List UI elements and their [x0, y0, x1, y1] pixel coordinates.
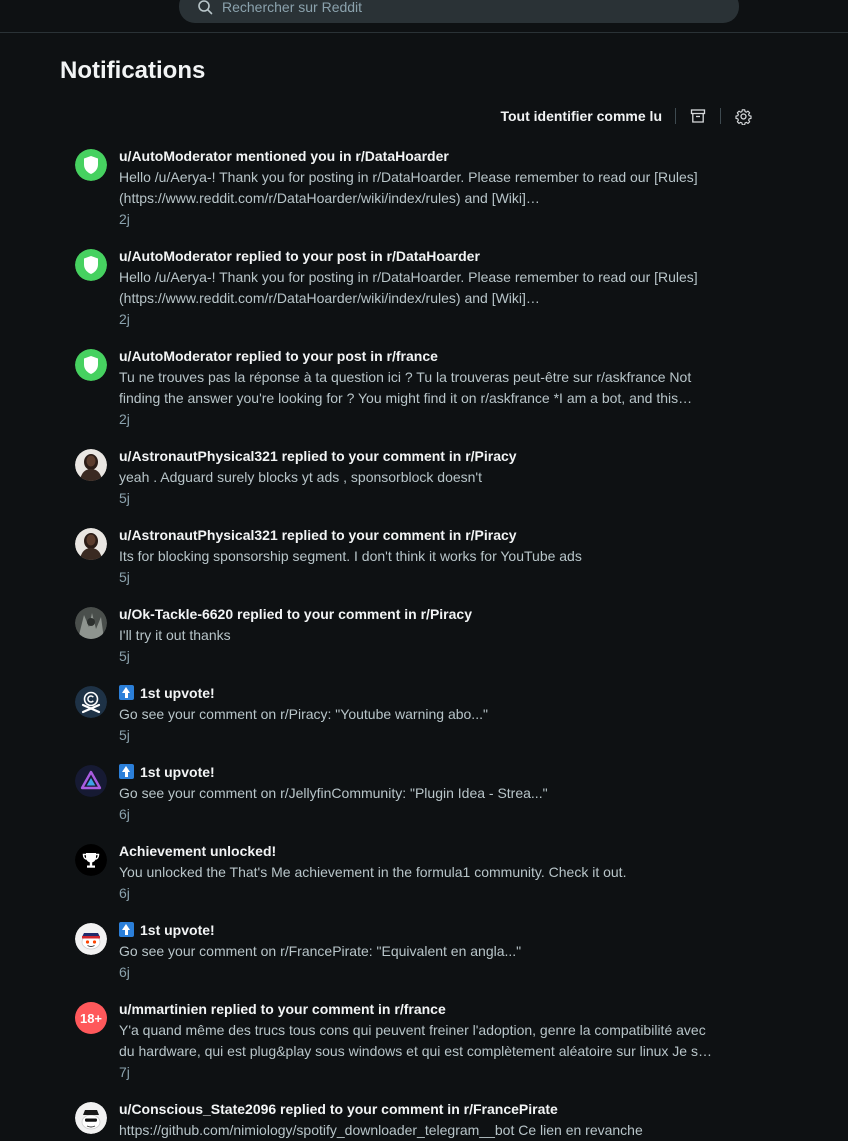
- piracy-skull-icon: [75, 686, 107, 718]
- divider: [720, 108, 721, 124]
- notification-time: 5j: [119, 648, 130, 664]
- notifications-list: u/AutoModerator mentioned you in r/DataH…: [75, 146, 775, 1141]
- achievement-avatar: [75, 844, 107, 876]
- upvote-badge-icon: [119, 685, 134, 700]
- snoo-icon: [75, 1102, 107, 1134]
- automoderator-avatar: [75, 249, 107, 281]
- notification-body: Go see your comment on r/FrancePirate: "…: [119, 943, 522, 959]
- user-avatar: [75, 449, 107, 481]
- notification-body: yeah . Adguard surely blocks yt ads , sp…: [119, 469, 482, 485]
- divider: [675, 108, 676, 124]
- settings-button[interactable]: [734, 107, 752, 125]
- shield-icon: [75, 149, 107, 181]
- notification-body: https://github.com/nimiology/spotify_dow…: [119, 1122, 643, 1138]
- notification-time: 2j: [119, 311, 130, 327]
- notification-title: u/AutoModerator replied to your post in …: [119, 348, 438, 364]
- search-bar[interactable]: [179, 0, 739, 23]
- notification-body: Y'a quand même des trucs tous cons qui p…: [119, 1022, 716, 1059]
- notification-title-text: 1st upvote!: [140, 764, 215, 780]
- notification-body: Go see your comment on r/JellyfinCommuni…: [119, 785, 548, 801]
- top-bar: [0, 0, 848, 33]
- notification-item[interactable]: u/Ok-Tackle-6620 replied to your comment…: [75, 604, 775, 683]
- trophy-icon: [75, 844, 107, 876]
- automoderator-avatar: [75, 349, 107, 381]
- notification-title-text: 1st upvote!: [140, 685, 215, 701]
- notification-title: 1st upvote!: [119, 762, 775, 783]
- notification-title: u/Ok-Tackle-6620 replied to your comment…: [119, 606, 472, 622]
- gear-icon: [734, 108, 752, 125]
- notification-body: You unlocked the That's Me achievement i…: [119, 864, 627, 880]
- notification-item[interactable]: Achievement unlocked! You unlocked the T…: [75, 841, 775, 920]
- notification-actions: Tout identifier comme lu: [500, 104, 752, 128]
- notification-time: 6j: [119, 964, 130, 980]
- notification-title: u/mmartinien replied to your comment in …: [119, 1001, 446, 1017]
- subreddit-avatar: [75, 686, 107, 718]
- notification-title: u/AutoModerator mentioned you in r/DataH…: [119, 148, 449, 164]
- automoderator-avatar: [75, 149, 107, 181]
- notification-time: 5j: [119, 569, 130, 585]
- notification-title: 1st upvote!: [119, 683, 775, 704]
- search-input[interactable]: [222, 0, 622, 15]
- archive-button[interactable]: [689, 107, 707, 125]
- notification-time: 2j: [119, 411, 130, 427]
- notification-title: u/AutoModerator replied to your post in …: [119, 248, 480, 264]
- notification-time: 2j: [119, 211, 130, 227]
- notification-item[interactable]: u/AstronautPhysical321 replied to your c…: [75, 525, 775, 604]
- notification-item[interactable]: u/AutoModerator replied to your post in …: [75, 346, 775, 446]
- snoo-icon: [75, 923, 107, 955]
- nsfw-avatar: 18+: [75, 1002, 107, 1034]
- notification-title-text: 1st upvote!: [140, 922, 215, 938]
- upvote-badge-icon: [119, 764, 134, 779]
- notification-item[interactable]: u/AutoModerator mentioned you in r/DataH…: [75, 146, 775, 246]
- notification-item[interactable]: u/AstronautPhysical321 replied to your c…: [75, 446, 775, 525]
- nsfw-18-icon: 18+: [79, 1010, 103, 1026]
- notification-time: 7j: [119, 1064, 130, 1080]
- shield-icon: [75, 249, 107, 281]
- mark-all-read-button[interactable]: Tout identifier comme lu: [500, 108, 662, 124]
- notification-title: 1st upvote!: [119, 920, 775, 941]
- notification-time: 6j: [119, 885, 130, 901]
- shield-icon: [75, 349, 107, 381]
- search-icon: [198, 0, 213, 14]
- user-photo-icon: [75, 528, 107, 560]
- notification-body: Its for blocking sponsorship segment. I …: [119, 548, 582, 564]
- subreddit-avatar: [75, 923, 107, 955]
- notification-body: Hello /u/Aerya-! Thank you for posting i…: [119, 169, 698, 206]
- notification-time: 5j: [119, 490, 130, 506]
- jellyfin-icon: [75, 765, 107, 797]
- notification-item[interactable]: 1st upvote! Go see your comment on r/Pir…: [75, 683, 775, 762]
- notification-item[interactable]: u/Conscious_State2096 replied to your co…: [75, 1099, 775, 1141]
- notification-body: I'll try it out thanks: [119, 627, 231, 643]
- notification-time: 6j: [119, 806, 130, 822]
- notification-item[interactable]: u/AutoModerator replied to your post in …: [75, 246, 775, 346]
- notification-title: u/Conscious_State2096 replied to your co…: [119, 1101, 558, 1117]
- notification-title: Achievement unlocked!: [119, 843, 277, 859]
- notification-item[interactable]: 18+ u/mmartinien replied to your comment…: [75, 999, 775, 1099]
- user-avatar: [75, 607, 107, 639]
- page-title: Notifications: [60, 57, 206, 84]
- notification-item[interactable]: 1st upvote! Go see your comment on r/Fra…: [75, 920, 775, 999]
- notification-body: Tu ne trouves pas la réponse à ta questi…: [119, 369, 692, 406]
- notification-body: Go see your comment on r/Piracy: "Youtub…: [119, 706, 488, 722]
- user-photo-icon: [75, 607, 107, 639]
- notification-title: u/AstronautPhysical321 replied to your c…: [119, 527, 517, 543]
- notification-body: Hello /u/Aerya-! Thank you for posting i…: [119, 269, 698, 306]
- user-photo-icon: [75, 449, 107, 481]
- user-avatar: [75, 1102, 107, 1134]
- archive-icon: [690, 109, 706, 123]
- notification-item[interactable]: 1st upvote! Go see your comment on r/Jel…: [75, 762, 775, 841]
- notification-title: u/AstronautPhysical321 replied to your c…: [119, 448, 517, 464]
- user-avatar: [75, 528, 107, 560]
- upvote-badge-icon: [119, 922, 134, 937]
- subreddit-avatar: [75, 765, 107, 797]
- notification-time: 5j: [119, 727, 130, 743]
